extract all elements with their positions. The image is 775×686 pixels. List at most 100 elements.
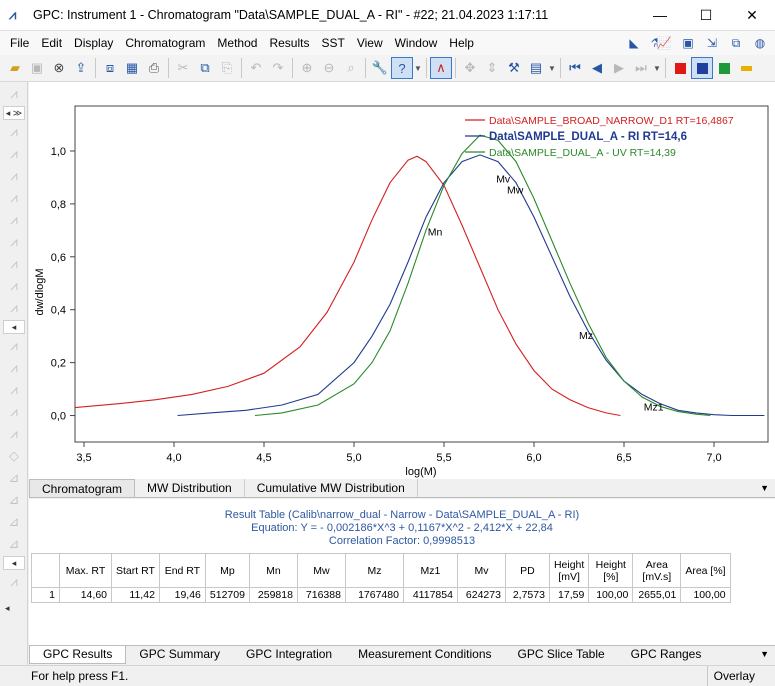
cut-icon[interactable]: ✂ <box>172 57 194 79</box>
tab-gpc-slice-table[interactable]: GPC Slice Table <box>505 646 618 664</box>
tab-chromatogram[interactable]: Chromatogram <box>29 479 136 497</box>
move-icon[interactable]: ✥ <box>459 57 481 79</box>
detect-tool-icon[interactable]: ⩘ <box>3 424 25 444</box>
scroll-left-icon[interactable]: ◂ <box>5 603 10 614</box>
chart-pane[interactable]: 3,5 4,0 4,5 5,0 5,5 6,0 6,5 7,0 0,0 0,2 0,4 0,6 0,8… <box>29 82 775 480</box>
left-toolbar-scroll-2[interactable]: ◂ <box>3 320 25 334</box>
limit-tool-icon[interactable]: ⩘ <box>3 402 25 422</box>
zoom-out-icon[interactable]: ⊖ <box>318 57 340 79</box>
red-channel-icon[interactable] <box>669 57 691 79</box>
printer-icon[interactable]: ⎙ <box>143 57 165 79</box>
save-icon[interactable]: ▣ <box>26 57 48 79</box>
menu-window[interactable]: Window <box>389 31 444 55</box>
tab-gpc-integration[interactable]: GPC Integration <box>233 646 345 664</box>
table-row[interactable]: 1 14,60 11,42 19,46 512709 259818 716388 176748… <box>31 587 731 603</box>
merge-tool-icon[interactable]: ⩘ <box>3 276 25 296</box>
front-tool-icon[interactable]: ⩘ <box>3 232 25 252</box>
tab-gpc-results[interactable]: GPC Results <box>29 646 127 664</box>
left-toolbar-scroll-3[interactable]: ◂ <box>3 556 25 570</box>
move-tool-icon[interactable]: ◇ <box>3 446 25 466</box>
table-cell[interactable]: 1767480 <box>344 587 404 603</box>
copy-icon[interactable]: ⧉ <box>194 57 216 79</box>
tabs2-dropdown-icon[interactable]: ▼ <box>760 649 769 659</box>
tools-icon[interactable]: ⚒ <box>503 57 525 79</box>
yellow-channel-icon[interactable] <box>735 57 757 79</box>
tab-mw-distribution[interactable]: MW Distribution <box>135 479 245 497</box>
blue-channel-icon[interactable] <box>691 57 713 79</box>
marker-tool-icon[interactable]: ⩘ <box>3 336 25 356</box>
tangent-tool-icon[interactable]: ⩘ <box>3 188 25 208</box>
calibration-icon[interactable]: ◣ <box>625 34 643 52</box>
menu-edit[interactable]: Edit <box>35 31 68 55</box>
close-file-icon[interactable]: ⊗ <box>48 57 70 79</box>
range-tool-icon[interactable]: ⩘ <box>3 358 25 378</box>
chart-report-icon[interactable]: ▣ <box>679 34 697 52</box>
previous-icon[interactable]: ◀ <box>586 57 608 79</box>
table-cell[interactable]: 2,7573 <box>504 587 550 603</box>
tab-cumulative-mw[interactable]: Cumulative MW Distribution <box>245 479 418 497</box>
table-cell[interactable]: 716388 <box>296 587 346 603</box>
chart-svg[interactable]: 3,5 4,0 4,5 5,0 5,5 6,0 6,5 7,0 0,0 0,2 0,4 0,6 0,8… <box>29 82 775 480</box>
zoom-in-icon[interactable]: ⊕ <box>296 57 318 79</box>
green-channel-icon[interactable] <box>713 57 735 79</box>
table-cell[interactable]: 19,46 <box>158 587 206 603</box>
dropdown-arrow-icon[interactable]: ▼ <box>547 57 557 79</box>
table-cell[interactable]: 4117854 <box>402 587 458 603</box>
open-folder-icon[interactable]: ▰ <box>4 57 26 79</box>
peak-tool-icon[interactable]: ⩘ <box>3 84 25 104</box>
tab-gpc-summary[interactable]: GPC Summary <box>126 646 233 664</box>
table-icon[interactable]: ▤ <box>525 57 547 79</box>
paste-icon[interactable]: ⎘ <box>216 57 238 79</box>
peak-icon[interactable]: ∧ <box>430 57 452 79</box>
menu-sst[interactable]: SST <box>315 31 350 55</box>
export-icon[interactable]: ⇲ <box>703 34 721 52</box>
graph-icon[interactable]: 📈 <box>655 34 673 52</box>
tab-gpc-ranges[interactable]: GPC Ranges <box>618 646 715 664</box>
tabs-dropdown-icon[interactable]: ▼ <box>760 483 769 493</box>
valley-tool-icon[interactable]: ⩘ <box>3 166 25 186</box>
table-cell[interactable]: 17,59 <box>548 587 590 603</box>
lock-tool-icon[interactable]: ⩘ <box>3 298 25 318</box>
print-report-icon[interactable]: ▦ <box>121 57 143 79</box>
result-table[interactable]: Max. RT Start RT End RT Mp Mn Mw Mz Mz1 Mv PD Heig… <box>31 553 731 603</box>
split-tool-icon[interactable]: ⩘ <box>3 144 25 164</box>
next-icon[interactable]: ▶ <box>608 57 630 79</box>
dropdown-arrow-icon[interactable]: ▼ <box>413 57 423 79</box>
table-cell[interactable]: 1 <box>31 587 60 603</box>
maximize-button[interactable]: ☐ <box>683 0 729 31</box>
print-preview-icon[interactable]: ⧈ <box>99 57 121 79</box>
flip-tool-icon[interactable]: ⊿ <box>3 490 25 510</box>
dropdown-arrow-icon[interactable]: ▼ <box>652 57 662 79</box>
table-cell[interactable]: 624273 <box>456 587 506 603</box>
extra-tool-icon[interactable]: ⩘ <box>3 572 25 592</box>
minimize-button[interactable]: — <box>637 0 683 31</box>
menu-display[interactable]: Display <box>68 31 119 55</box>
skim-tool-icon[interactable]: ⩘ <box>3 210 25 230</box>
gauge-icon[interactable]: ◍ <box>751 34 769 52</box>
menu-view[interactable]: View <box>351 31 389 55</box>
scale-icon[interactable]: ⇕ <box>481 57 503 79</box>
tab-measurement-conditions[interactable]: Measurement Conditions <box>345 646 504 664</box>
menu-method[interactable]: Method <box>211 31 263 55</box>
first-icon[interactable]: ⏮ <box>564 57 586 79</box>
upload-icon[interactable]: ⇪ <box>70 57 92 79</box>
noise-tool-icon[interactable]: ⊿ <box>3 534 25 554</box>
menu-file[interactable]: File <box>4 31 35 55</box>
spike-tool-icon[interactable]: ⊿ <box>3 512 25 532</box>
table-cell[interactable]: 11,42 <box>111 587 160 603</box>
baseline-tool-icon[interactable]: ⩘ <box>3 122 25 142</box>
slice-tool-icon[interactable]: ⩘ <box>3 380 25 400</box>
device-icon[interactable]: ⧉ <box>727 34 745 52</box>
tail-tool-icon[interactable]: ⩘ <box>3 254 25 274</box>
close-button[interactable]: ✕ <box>729 0 775 31</box>
wrench-icon[interactable]: 🔧 <box>369 57 391 79</box>
table-cell[interactable]: 100,00 <box>680 587 731 603</box>
undo-icon[interactable]: ↶ <box>245 57 267 79</box>
table-cell[interactable]: 259818 <box>248 587 298 603</box>
zoom-fit-icon[interactable]: ⌕ <box>340 57 362 79</box>
menu-help[interactable]: Help <box>443 31 480 55</box>
help-tooltip-icon[interactable]: ? <box>391 57 413 79</box>
last-icon[interactable]: ⏭ <box>630 57 652 79</box>
table-cell[interactable]: 14,60 <box>59 587 112 603</box>
table-cell[interactable]: 2655,01 <box>632 587 682 603</box>
